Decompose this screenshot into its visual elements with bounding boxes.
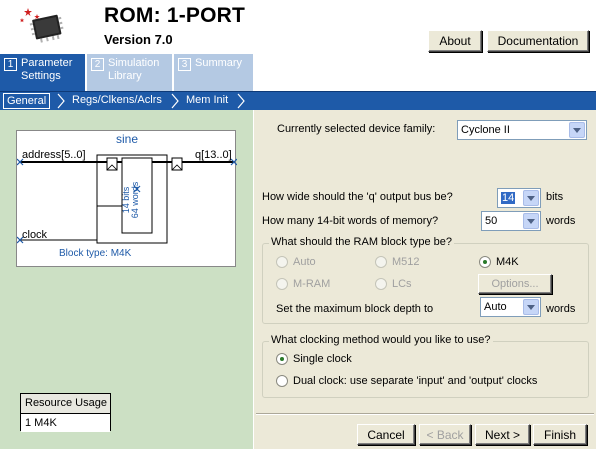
rom-symbol-diagram: sine address[5..0] q[13..0] clock 14 bit… (16, 130, 237, 267)
next-button[interactable]: Next > (475, 424, 530, 445)
dropdown-arrow-icon[interactable] (569, 122, 585, 138)
ram-m4k-radio[interactable]: M4K (479, 256, 519, 268)
subtab-mem-init[interactable]: Mem Init (186, 93, 228, 109)
resource-usage-box: Resource Usage 1 M4K (20, 393, 111, 432)
chevron-right-icon (171, 93, 179, 109)
q-width-value: 14 (501, 192, 516, 204)
tab-parameter-settings[interactable]: 1 Parameter Settings (0, 54, 86, 91)
depth-select[interactable]: Auto (480, 297, 541, 317)
rom-chip-icon (20, 8, 64, 43)
q-width-unit: bits (546, 191, 564, 203)
clocking-group: What clocking method would you like to u… (262, 334, 589, 398)
block-type-label: Block type: M4K (59, 248, 132, 259)
device-family-value: Cyclone II (461, 124, 510, 136)
radio-label: LCs (392, 278, 412, 290)
subtab-regs-clkens-aclrs[interactable]: Regs/Clkens/Aclrs (72, 93, 162, 109)
radio-icon (479, 256, 491, 268)
ram-options-button[interactable]: Options... (478, 274, 552, 294)
cancel-button[interactable]: Cancel (357, 424, 415, 445)
depth-label: Set the maximum block depth to (276, 303, 434, 315)
dropdown-arrow-icon[interactable] (523, 213, 539, 229)
dropdown-arrow-icon[interactable] (523, 190, 539, 206)
radio-icon (276, 278, 288, 290)
wizard-title: ROM: 1-PORT (104, 4, 246, 27)
depth-unit: words (546, 303, 576, 315)
chevron-right-icon (57, 93, 65, 109)
symbol-name: sine (116, 132, 139, 146)
ram-auto-radio[interactable]: Auto (276, 256, 316, 268)
address-port-label: address[5..0] (22, 149, 86, 161)
ram-mram-radio[interactable]: M-RAM (276, 278, 330, 290)
single-clock-radio[interactable]: Single clock (276, 353, 352, 365)
resource-usage-value: 1 M4K (21, 413, 110, 432)
dual-clock-radio[interactable]: Dual clock: use separate 'input' and 'ou… (276, 375, 537, 387)
ram-m512-radio[interactable]: M512 (375, 256, 420, 268)
tab-simulation-library[interactable]: 2 Simulation Library (87, 54, 173, 91)
radio-label: Dual clock: use separate 'input' and 'ou… (293, 375, 538, 387)
chevron-right-icon (237, 93, 245, 109)
ram-group-title: What should the RAM block type be? (269, 236, 454, 248)
q-port-label: q[13..0] (195, 149, 232, 161)
ram-lcs-radio[interactable]: LCs (375, 278, 412, 290)
words-value: 50 (485, 215, 498, 227)
radio-label: M512 (392, 256, 420, 268)
radio-icon (276, 375, 288, 387)
device-family-select[interactable]: Cyclone II (457, 120, 587, 140)
q-width-label: How wide should the 'q' output bus be? (262, 191, 453, 203)
radio-icon (375, 278, 387, 290)
radio-icon (375, 256, 387, 268)
dropdown-arrow-icon[interactable] (523, 299, 539, 315)
documentation-button[interactable]: Documentation (487, 30, 589, 52)
tab-number: 3 (178, 58, 191, 71)
back-button[interactable]: < Back (419, 424, 471, 445)
subtab-general[interactable]: General (3, 93, 51, 109)
resource-usage-title: Resource Usage (25, 397, 107, 409)
tab-label: Summary (195, 57, 243, 69)
words-select[interactable]: 50 (481, 211, 541, 231)
radio-icon (276, 256, 288, 268)
subtab-bar: General Regs/Clkens/Aclrs Mem Init (0, 91, 596, 110)
block-words-text: 64 words (130, 181, 140, 219)
about-button[interactable]: About (428, 30, 482, 52)
device-family-label: Currently selected device family: (277, 123, 436, 135)
tab-summary[interactable]: 3 Summary (174, 54, 254, 91)
radio-label: M-RAM (293, 278, 331, 290)
depth-value: Auto (484, 301, 507, 313)
tab-number: 1 (4, 58, 17, 71)
radio-label: Auto (293, 256, 316, 268)
clock-port-label: clock (22, 229, 48, 241)
footer-divider (256, 413, 594, 415)
tab-number: 2 (91, 58, 104, 71)
tab-label: Parameter Settings (21, 57, 73, 82)
radio-icon (276, 353, 288, 365)
step-tabbar: 1 Parameter Settings 2 Simulation Librar… (0, 54, 596, 91)
clock-group-title: What clocking method would you like to u… (269, 334, 493, 346)
words-unit: words (546, 215, 576, 227)
radio-label: M4K (496, 256, 519, 268)
radio-label: Single clock (293, 353, 352, 365)
q-width-select[interactable]: 14 (497, 188, 541, 208)
words-label: How many 14-bit words of memory? (262, 215, 439, 227)
tab-label: Simulation Library (108, 57, 160, 82)
wizard-version: Version 7.0 (104, 32, 173, 47)
block-width-text: 14 bits 64 words (121, 180, 140, 220)
finish-button[interactable]: Finish (533, 424, 587, 445)
